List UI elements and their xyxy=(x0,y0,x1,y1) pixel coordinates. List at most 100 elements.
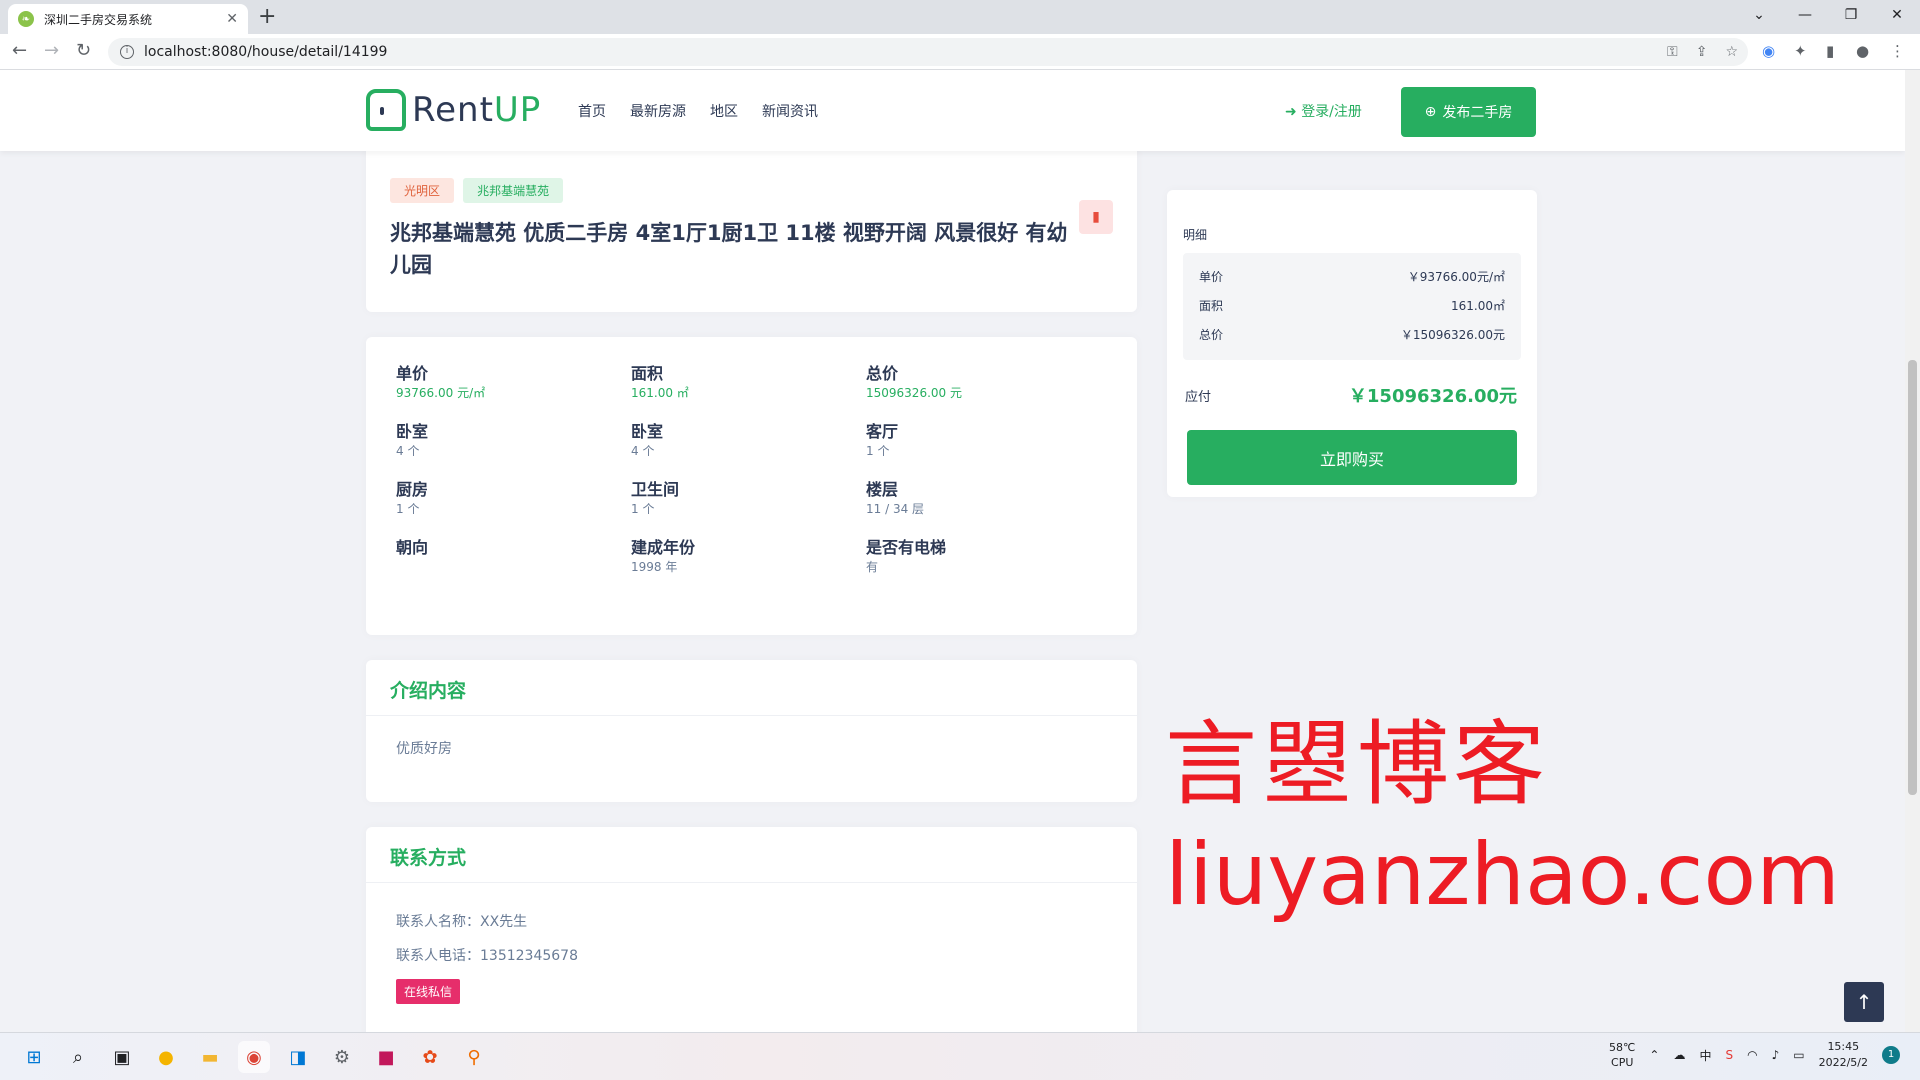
notification-badge[interactable]: 1 xyxy=(1882,1046,1900,1064)
chevron-up-icon[interactable]: ⌃ xyxy=(1649,1048,1659,1062)
url-text: localhost:8080/house/detail/14199 xyxy=(144,44,388,60)
buy-now-button[interactable]: 立即购买 xyxy=(1187,430,1517,485)
site-logo[interactable]: RentUP xyxy=(366,89,541,131)
payable-row: 应付 ￥15096326.00元 xyxy=(1167,360,1537,408)
side-panel-icon[interactable]: ▮ xyxy=(1826,42,1834,60)
contact-card: 联系方式 联系人名称：XX先生 联系人电话：13512345678 在线私信 xyxy=(366,827,1137,1032)
menu-item-latest[interactable]: 最新房源 xyxy=(630,101,686,121)
system-tray: 58℃ CPU ⌃ ☁ 中 S ◠ ♪ ▭ 15:45 2022/5/2 1 xyxy=(1609,1039,1900,1071)
sogou-icon[interactable]: S xyxy=(1725,1048,1733,1062)
publish-button[interactable]: ⊕ 发布二手房 xyxy=(1401,87,1536,137)
window-controls: ⌄ — ❐ ✕ xyxy=(1736,0,1920,30)
feature-elevator: 是否有电梯有 xyxy=(866,538,947,574)
contact-body: 联系人名称：XX先生 联系人电话：13512345678 在线私信 xyxy=(366,883,1137,1026)
restore-button[interactable]: ❐ xyxy=(1828,0,1874,30)
login-link[interactable]: ➜ 登录/注册 xyxy=(1285,101,1362,121)
menu-kebab-icon[interactable]: ⋮ xyxy=(1890,42,1905,60)
share-icon[interactable]: ⇪ xyxy=(1696,44,1708,60)
watermark-en: liuyanzhao.com xyxy=(1165,825,1840,925)
payable-label: 应付 xyxy=(1185,389,1212,405)
site-header: RentUP 首页 最新房源 地区 新闻资讯 ➜ 登录/注册 ⊕ 发布二手房 xyxy=(0,70,1905,151)
minimize-button[interactable]: — xyxy=(1782,0,1828,30)
volume-icon[interactable]: ♪ xyxy=(1772,1048,1780,1062)
plus-circle-icon: ⊕ xyxy=(1424,104,1437,120)
tag-list: 光明区 兆邦基端慧苑 xyxy=(390,178,1113,203)
widget-icon[interactable]: ● xyxy=(150,1041,182,1073)
profile-avatar-icon[interactable]: ● xyxy=(1856,42,1869,60)
magnifier-app-icon[interactable]: ⚲ xyxy=(458,1041,490,1073)
menu-item-home[interactable]: 首页 xyxy=(578,101,606,121)
wifi-icon[interactable]: ◠ xyxy=(1747,1048,1757,1062)
feature-unit-price: 单价 93766.00 元/㎡ xyxy=(396,364,486,400)
browser-tabbar: ❧ 深圳二手房交易系统 ✕ + ⌄ — ❐ ✕ xyxy=(0,0,1920,34)
star-icon[interactable]: ☆ xyxy=(1725,44,1738,60)
bookmark-icon: ▮ xyxy=(1092,209,1100,225)
bookmark-button[interactable]: ▮ xyxy=(1079,200,1113,234)
address-bar[interactable]: i localhost:8080/house/detail/14199 ⚿ ⇪ … xyxy=(108,38,1748,66)
puzzle-extension-icon[interactable]: ✦ xyxy=(1794,42,1807,60)
page-scrollbar[interactable] xyxy=(1905,70,1920,1032)
windows-start-icon[interactable]: ⊞ xyxy=(18,1041,50,1073)
back-to-top-button[interactable]: ↑ xyxy=(1844,982,1884,1022)
tab-search-icon[interactable]: ⌄ xyxy=(1736,0,1782,30)
ime-indicator[interactable]: 中 xyxy=(1699,1047,1711,1064)
omnibox-actions: ⚿ ⇪ ☆ xyxy=(1667,44,1738,60)
file-explorer-icon[interactable]: ▬ xyxy=(194,1041,226,1073)
brand-name: RentUP xyxy=(412,90,542,130)
house-logo-icon xyxy=(366,89,406,131)
search-icon[interactable]: ⌕ xyxy=(62,1041,94,1073)
message-button[interactable]: 在线私信 xyxy=(396,979,461,1004)
district-tag[interactable]: 光明区 xyxy=(390,178,455,203)
payable-amount: ￥15096326.00元 xyxy=(1348,386,1517,407)
contact-name: 联系人名称：XX先生 xyxy=(396,914,528,930)
contact-phone: 联系人电话：13512345678 xyxy=(396,948,578,964)
scrollbar-thumb[interactable] xyxy=(1908,360,1917,795)
feature-orientation: 朝向 xyxy=(396,538,429,557)
page-viewport: RentUP 首页 最新房源 地区 新闻资讯 ➜ 登录/注册 ⊕ 发布二手房 光… xyxy=(0,70,1905,1032)
new-tab-button[interactable]: + xyxy=(258,6,276,28)
contact-title: 联系方式 xyxy=(366,827,1137,883)
intro-title: 介绍内容 xyxy=(366,660,1137,716)
feature-bathroom: 卫生间 1 个 xyxy=(631,480,680,516)
arrow-up-icon: ↑ xyxy=(1855,990,1873,1014)
feature-area: 面积 161.00 ㎡ xyxy=(631,364,689,400)
clock[interactable]: 15:45 2022/5/2 xyxy=(1819,1039,1868,1071)
leaf-favicon-icon: ❧ xyxy=(18,11,34,27)
task-view-icon[interactable]: ▣ xyxy=(106,1041,138,1073)
menu-item-news[interactable]: 新闻资讯 xyxy=(762,101,818,121)
battery-icon[interactable]: ▭ xyxy=(1793,1048,1804,1062)
feature-living-room: 客厅 1 个 xyxy=(866,422,899,458)
watermark-cn: 言曌博客 xyxy=(1165,711,1550,818)
detail-label: 明细 xyxy=(1183,228,1208,242)
tab-close-icon[interactable]: ✕ xyxy=(226,11,238,27)
feature-built-year: 建成年份 1998 年 xyxy=(631,538,696,574)
menu-item-region[interactable]: 地区 xyxy=(710,101,738,121)
key-icon[interactable]: ⚿ xyxy=(1667,44,1678,60)
community-tag[interactable]: 兆邦基端慧苑 xyxy=(463,178,564,203)
back-arrow-icon[interactable]: ← xyxy=(12,40,27,61)
info-icon[interactable]: i xyxy=(120,45,134,59)
settings-gear-icon[interactable]: ⚙ xyxy=(326,1041,358,1073)
cloud-icon[interactable]: ☁ xyxy=(1673,1048,1685,1062)
cpu-temp[interactable]: 58℃ CPU xyxy=(1609,1040,1635,1070)
feature-floor: 楼层 11 / 34 层 xyxy=(866,480,925,516)
detail-box: 单价 ￥93766.00元/㎡ 面积 161.00㎡ 总价 ￥15096326.00元 xyxy=(1183,253,1521,360)
browser-tab[interactable]: ❧ 深圳二手房交易系统 ✕ xyxy=(8,4,248,34)
reload-icon[interactable]: ↻ xyxy=(76,40,91,61)
features-grid: 单价 93766.00 元/㎡ 面积 161.00 ㎡ 总价 15096326.00 … xyxy=(366,337,1137,601)
taskbar-apps: ⊞ ⌕ ▣ ● ▬ ◉ ◨ ⚙ ■ ✿ ⚲ xyxy=(18,1041,490,1073)
google-extension-icon[interactable]: ◉ xyxy=(1762,42,1775,60)
detail-row: 总价 ￥15096326.00元 xyxy=(1199,328,1505,342)
detail-row: 面积 161.00㎡ xyxy=(1199,299,1505,313)
chrome-icon[interactable]: ◉ xyxy=(238,1041,270,1073)
close-window-button[interactable]: ✕ xyxy=(1874,0,1920,30)
intellij-icon[interactable]: ■ xyxy=(370,1041,402,1073)
windows-taskbar: ⊞ ⌕ ▣ ● ▬ ◉ ◨ ⚙ ■ ✿ ⚲ 58℃ CPU ⌃ ☁ 中 S ◠ ♪… xyxy=(0,1032,1920,1080)
intro-text: 优质好房 xyxy=(396,741,452,757)
forward-arrow-icon[interactable]: → xyxy=(44,40,59,61)
watermark: 言曌博客 liuyanzhao.com xyxy=(1165,710,1840,930)
navicat-icon[interactable]: ✿ xyxy=(414,1041,446,1073)
purchase-card: 明细 单价 ￥93766.00元/㎡ 面积 161.00㎡ 总价 ￥15096326.… xyxy=(1167,190,1537,497)
store-icon[interactable]: ◨ xyxy=(282,1041,314,1073)
detail-row: 单价 ￥93766.00元/㎡ xyxy=(1199,270,1505,284)
